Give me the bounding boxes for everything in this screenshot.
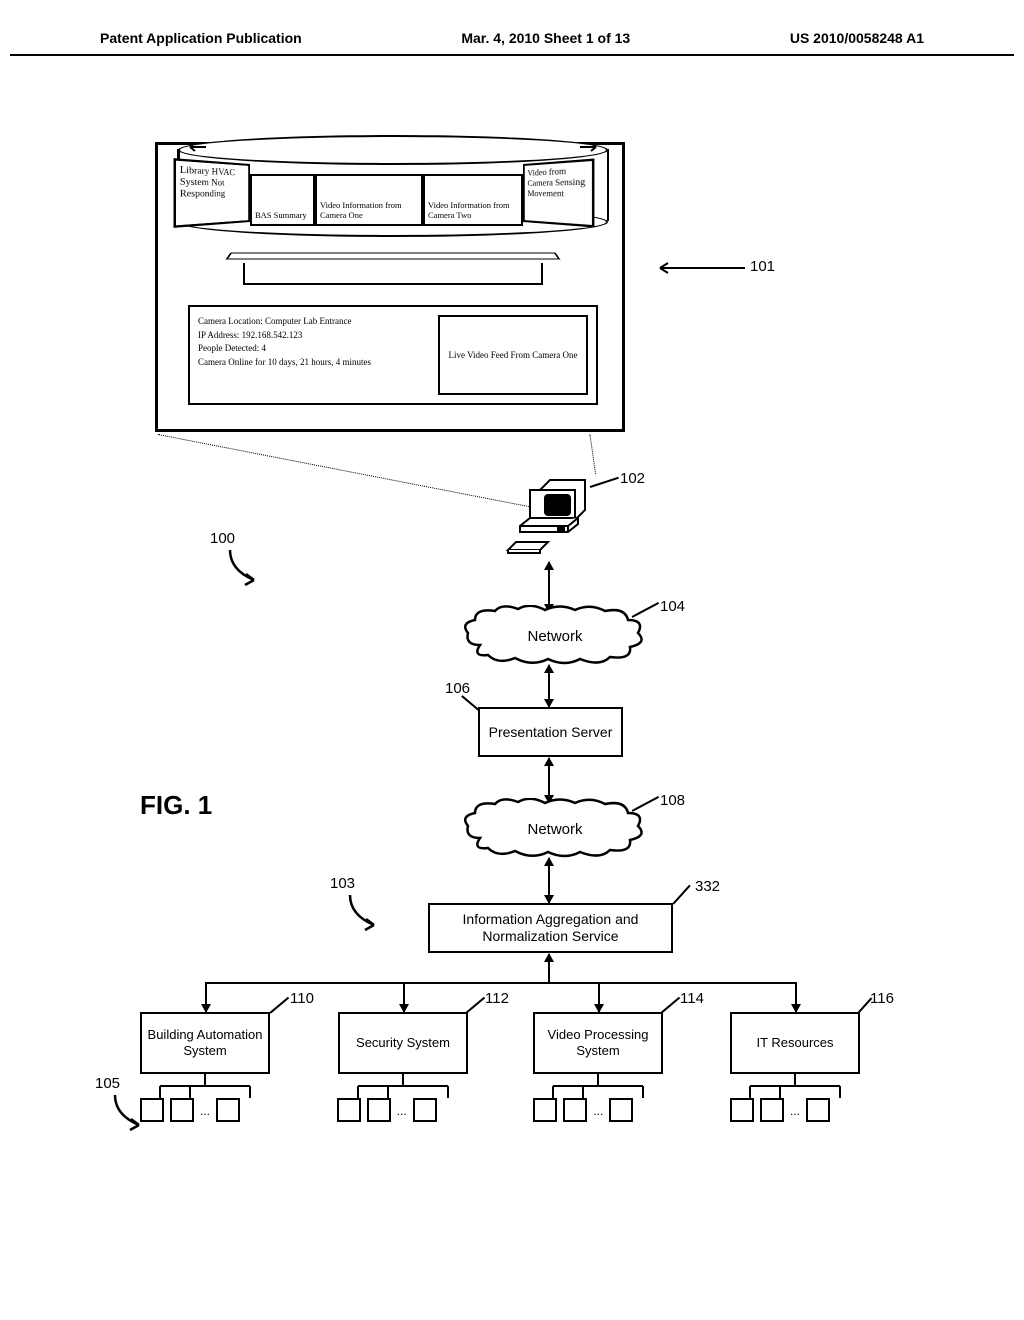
figure-label: FIG. 1 [140,790,212,821]
ref-lead [590,477,619,488]
computer-icon [500,470,590,560]
carousel-item-motion[interactable]: Video from Camera Sensing Movement [523,158,594,227]
ref-332: 332 [695,878,720,895]
down-arrow [795,982,797,1012]
carousel-item-cam1[interactable]: Video Information from Camera One [315,174,423,226]
ref-106: 106 [445,680,470,697]
ref-104: 104 [660,598,685,615]
ref-lead [270,997,289,1014]
security-box: Security System [338,1012,468,1074]
down-arrow [205,982,207,1012]
security-label: Security System [356,1035,450,1051]
child-box [760,1098,784,1122]
up-arrow [548,954,550,982]
aggregation-label: Information Aggregation and Normalizatio… [434,911,667,945]
child-box [337,1098,361,1122]
ellipsis: ... [593,1104,603,1118]
bas-label: Building Automation System [146,1027,264,1058]
ref-102: 102 [620,470,645,487]
child-box [170,1098,194,1122]
presentation-server-box: Presentation Server [478,707,623,757]
ref-100: 100 [210,530,235,547]
ref-lead [672,885,690,905]
bi-arrow [548,665,550,707]
projection-line [590,434,597,474]
ref-lead [466,997,485,1014]
bi-arrow [548,758,550,803]
carousel-top-ring [178,135,608,165]
child-group: ... [730,1098,860,1122]
bas-box: Building Automation System [140,1012,270,1074]
down-arrow [403,982,405,1012]
aggregation-box: Information Aggregation and Normalizatio… [428,903,673,953]
projection-line [158,434,549,511]
child-box [806,1098,830,1122]
child-group: ... [337,1098,467,1122]
detail-people: People Detected: 4 [198,342,428,356]
h-distrib-line [205,982,795,984]
ref-curve-arrow-icon [105,1093,155,1133]
carousel-items: Library HVAC System Not Responding BAS S… [178,168,608,230]
child-box [216,1098,240,1122]
presentation-label: Presentation Server [489,724,613,741]
detail-location: Camera Location: Computer Lab Entrance [198,315,428,329]
network-label: Network [527,628,583,645]
ui-mockup-panel: Library HVAC System Not Responding BAS S… [155,142,625,432]
page: Patent Application Publication Mar. 4, 2… [0,0,1024,1320]
ellipsis: ... [200,1104,210,1118]
ref-103: 103 [330,875,355,892]
child-box [730,1098,754,1122]
header-left: Patent Application Publication [100,30,302,46]
ref-105: 105 [95,1075,120,1092]
child-boxes-row: ... ... ... ... [140,1098,860,1122]
ref-101: 101 [750,258,775,275]
ref-curve-arrow-icon [340,893,390,933]
child-box [609,1098,633,1122]
down-arrow [598,982,600,1012]
ref-110: 110 [290,990,314,1007]
detail-panel: Camera Location: Computer Lab Entrance I… [188,305,598,405]
header-right: US 2010/0058248 A1 [790,30,924,46]
ref-curve-arrow-icon [220,548,270,588]
carousel-item-bas[interactable]: BAS Summary [250,174,315,226]
child-box [563,1098,587,1122]
ellipsis: ... [397,1104,407,1118]
child-group: ... [140,1098,270,1122]
child-box [533,1098,557,1122]
page-header: Patent Application Publication Mar. 4, 2… [10,0,1014,56]
network-cloud-icon: Network [460,605,650,667]
header-center: Mar. 4, 2010 Sheet 1 of 13 [461,30,630,46]
child-box [367,1098,391,1122]
network-label: Network [527,821,583,838]
it-box: IT Resources [730,1012,860,1074]
it-label: IT Resources [756,1035,833,1051]
detail-text: Camera Location: Computer Lab Entrance I… [198,315,428,395]
carousel-pedestal [228,249,558,289]
detail-uptime: Camera Online for 10 days, 21 hours, 4 m… [198,356,428,370]
carousel: Library HVAC System Not Responding BAS S… [178,135,608,265]
carousel-item-hvac[interactable]: Library HVAC System Not Responding [173,158,250,228]
carousel-item-cam2[interactable]: Video Information from Camera Two [423,174,523,226]
child-box [413,1098,437,1122]
ref-112: 112 [485,990,509,1007]
ref-114: 114 [680,990,704,1007]
network-cloud-icon: Network [460,798,650,860]
detail-ip: IP Address: 192.168.542.123 [198,329,428,343]
video-box: Video Processing System [533,1012,663,1074]
video-label: Video Processing System [539,1027,657,1058]
ref-lead [462,695,480,710]
ellipsis: ... [790,1104,800,1118]
ref-116: 116 [870,990,894,1007]
ref-arrow-icon [650,260,750,278]
child-group: ... [533,1098,663,1122]
bi-arrow [548,858,550,903]
ref-lead [661,997,680,1014]
detail-video-feed[interactable]: Live Video Feed From Camera One [438,315,588,395]
ref-108: 108 [660,792,685,809]
